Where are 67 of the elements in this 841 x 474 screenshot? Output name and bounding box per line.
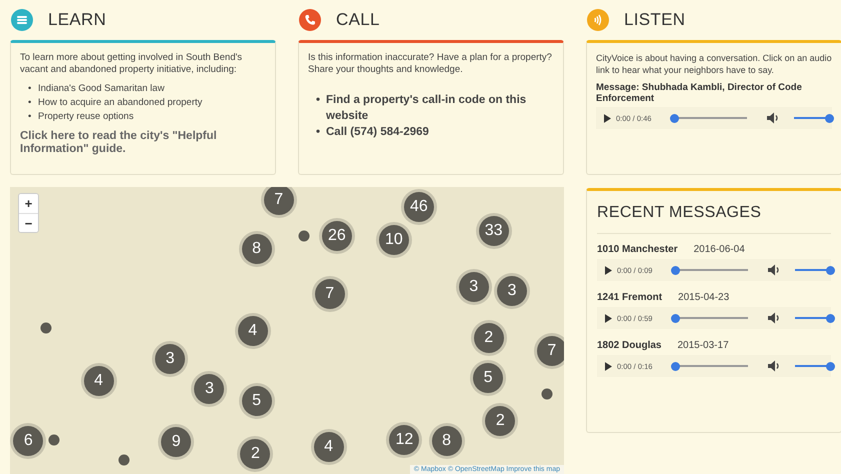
bullet-marker: • [28,110,32,124]
map-marker[interactable] [40,322,52,334]
phone-icon [299,9,321,31]
cluster-marker[interactable]: 3 [155,344,186,374]
cluster-marker[interactable]: 12 [389,424,420,455]
section-title: LISTEN [624,10,686,30]
bullet-item: Find a property's call-in code on this website [326,93,528,124]
zoom-in-button[interactable]: + [19,194,38,213]
message-address: 1010 Manchester [597,244,678,255]
section-title: LEARN [48,10,106,30]
cluster-marker[interactable]: 5 [473,363,504,394]
cluster-marker[interactable]: 3 [496,276,527,306]
message-date: 2015-04-23 [678,292,730,303]
play-icon[interactable] [605,362,612,370]
play-icon[interactable] [604,114,611,122]
bullet-marker: • [28,82,32,96]
cluster-marker[interactable]: 3 [458,272,489,302]
zoom-out-button[interactable]: − [19,213,38,232]
cluster-marker[interactable]: 3 [194,374,224,404]
cluster-marker[interactable]: 2 [485,406,516,436]
intro-text: To learn more about getting involved in South Bend's vacant and abandoned property initiative, including: [20,52,244,76]
bullet-item: Indiana's Good Samaritan law [38,82,164,96]
cluster-marker[interactable]: 10 [378,225,409,256]
cluster-marker[interactable]: 8 [242,234,272,264]
map-marker[interactable] [48,434,60,446]
card-title: RECENT MESSAGES [597,191,831,234]
cluster-marker[interactable]: 9 [161,427,192,458]
cluster-marker[interactable]: 4 [314,432,344,462]
progress-thumb[interactable] [670,114,679,122]
map-marker[interactable] [118,454,130,466]
bullet-item: Call (574) 584-2969 [326,125,429,140]
bullet-marker: • [28,96,32,110]
intro-text: Is this information inaccurate? Have a plan for a property? Share your thoughts and knowledge. [308,52,553,76]
cluster-marker[interactable]: 6 [13,426,44,456]
bullet-marker: • [316,93,322,108]
bullet-item: How to acquire an abandoned property [38,96,202,110]
cluster-marker[interactable]: 46 [404,192,434,222]
bullet-item: Property reuse options [38,110,134,124]
play-icon[interactable] [605,266,612,274]
section-title: CALL [336,10,380,30]
map-marker[interactable] [542,388,553,400]
message-date: 2016-06-04 [694,244,745,255]
menu-icon [11,9,33,31]
cluster-marker[interactable]: 7 [314,279,345,310]
message-address: 1241 Fremont [597,292,662,303]
message-title: Message: Shubhada Kambli, Director of Code Enforcement [596,82,803,104]
cluster-marker[interactable]: 2 [240,438,270,469]
progress-thumb[interactable] [671,362,680,370]
cluster-marker[interactable]: 7 [264,187,294,215]
cluster-marker[interactable]: 4 [84,366,114,396]
message-date: 2015-03-17 [677,340,729,351]
play-icon[interactable] [605,314,612,322]
cluster-marker[interactable]: 2 [474,322,504,353]
intro-text: CityVoice is about having a conversation. Click on an audio link to hear what your neighbors have to say. [596,52,832,76]
sound-icon [587,9,609,31]
map-marker[interactable] [298,230,310,242]
cluster-marker[interactable]: 7 [536,336,564,366]
message-address: 1802 Douglas [597,340,662,351]
cluster-marker[interactable]: 33 [478,216,509,246]
cluster-marker[interactable]: 4 [238,316,268,346]
progress-thumb[interactable] [671,266,680,274]
cluster-marker[interactable]: 26 [322,221,352,252]
cluster-marker[interactable]: 5 [242,386,272,416]
progress-thumb[interactable] [671,314,680,322]
bullet-marker: • [316,125,322,140]
cluster-marker[interactable]: 8 [432,426,462,456]
guide-link[interactable]: Click here to read the city's "Helpful Information" guide. [20,130,266,156]
